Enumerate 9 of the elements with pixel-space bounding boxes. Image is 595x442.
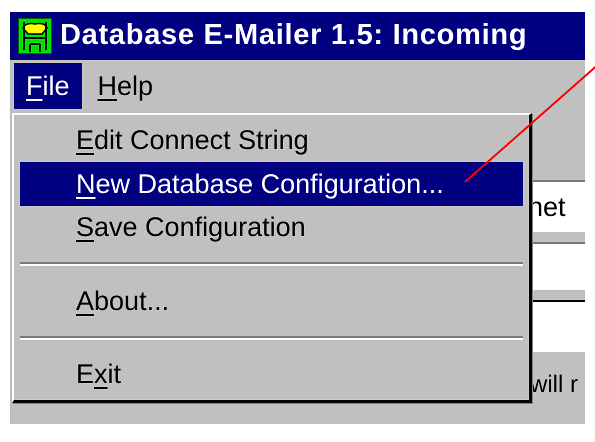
app-icon	[18, 18, 52, 54]
menu-item[interactable]: Exit	[20, 352, 523, 396]
window-title: Database E-Mailer 1.5: Incoming	[60, 18, 528, 54]
menu-item[interactable]: About...	[20, 279, 523, 323]
menu-item[interactable]: New Database Configuration...	[20, 162, 523, 206]
menu-item[interactable]: Save Configuration	[20, 206, 523, 250]
menu-bar-item[interactable]: File	[14, 63, 82, 109]
menu-bar-item[interactable]: Help	[86, 63, 166, 109]
menu-item[interactable]: Edit Connect String	[20, 119, 523, 162]
